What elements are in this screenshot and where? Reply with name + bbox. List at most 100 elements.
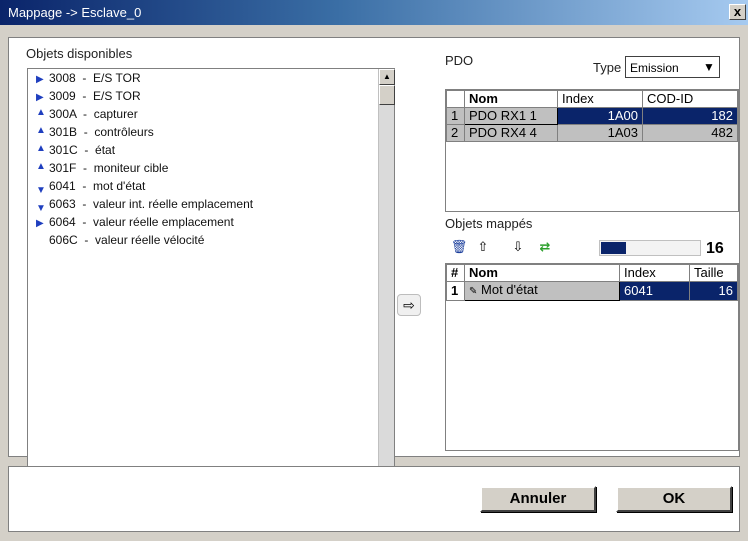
- objects-scrollbar[interactable]: ▲ ▼: [378, 69, 395, 482]
- object-list-item[interactable]: ▶ 6064 - valeur réelle emplacement: [36, 215, 234, 230]
- pdo-table-header: Nom Index COD-ID: [446, 90, 738, 108]
- object-list-item[interactable]: ▶ 3008 - E/S TOR: [36, 71, 141, 86]
- pdo-row-1[interactable]: 1 PDO RX1 1 1A00 182: [446, 107, 738, 125]
- objects-label: Objets disponibles: [26, 46, 133, 61]
- mapping-marker-icon: ▼: [36, 203, 46, 214]
- move-up-button[interactable]: ⇧: [473, 238, 493, 256]
- pdo-row-index[interactable]: 1A03: [557, 124, 643, 142]
- pdo-table: Nom Index COD-ID 1 PDO RX1 1 1A00 182 2 …: [446, 90, 738, 142]
- variable-icon: ✎: [469, 286, 478, 297]
- object-list-item[interactable]: ▲ 300A - capturer: [36, 107, 138, 121]
- pdo-row-num: 1: [446, 107, 465, 125]
- title-bar: Mappage -> Esclave_0 x: [0, 0, 748, 25]
- mapped-row-num: 1: [446, 281, 465, 301]
- type-label: Type: [593, 60, 622, 75]
- object-description: - E/S TOR: [75, 89, 141, 103]
- object-list-item[interactable]: ▼ 6041 - mot d'état: [36, 179, 146, 197]
- mapped-size-fill: [601, 242, 626, 254]
- object-description: - contrôleurs: [77, 125, 154, 139]
- mapped-header-nom[interactable]: Nom: [464, 264, 620, 282]
- mapping-marker-icon: ▲: [36, 125, 46, 136]
- mapping-marker-icon: ▲: [36, 107, 46, 118]
- button-panel: Annuler OK: [8, 466, 740, 532]
- object-code: 300A: [49, 107, 77, 121]
- object-list-item[interactable]: ▶ 3009 - E/S TOR: [36, 89, 141, 104]
- move-down-button[interactable]: ⇩: [508, 238, 528, 256]
- object-code: 301F: [49, 161, 77, 175]
- arrow-up-icon: ⇧: [477, 239, 489, 254]
- pdo-row-nom[interactable]: PDO RX1 1: [464, 107, 558, 125]
- close-button[interactable]: x: [729, 4, 746, 20]
- pdo-row-index[interactable]: 1A00: [557, 107, 643, 125]
- chevron-down-icon[interactable]: ▼: [701, 59, 717, 75]
- scroll-thumb[interactable]: [379, 85, 395, 105]
- pdo-header-nom[interactable]: Nom: [464, 90, 558, 108]
- object-list-item[interactable]: ▲ 301F - moniteur cible: [36, 161, 169, 175]
- mapped-table-header: # Nom Index Taille: [446, 264, 738, 282]
- ok-button[interactable]: OK: [616, 486, 732, 512]
- mapping-marker-icon: ▶: [36, 74, 44, 85]
- map-object-button[interactable]: ⇨: [397, 294, 421, 316]
- object-description: - mot d'état: [75, 179, 146, 193]
- pdo-row-codid[interactable]: 182: [642, 107, 738, 125]
- object-list-item[interactable]: ▲ 301B - contrôleurs: [36, 125, 154, 139]
- objects-list[interactable]: ▲ ▼ ▶ 3008 - E/S TOR ▶ 3009 - E/S TOR ▲300A …: [27, 68, 395, 483]
- refresh-icon: ⇄: [539, 239, 551, 254]
- object-code: 3008: [49, 71, 76, 85]
- right-arrow-icon: ⇨: [403, 297, 415, 313]
- trash-icon: 🗑: [450, 239, 468, 254]
- pdo-table-box: Nom Index COD-ID 1 PDO RX1 1 1A00 182 2 …: [445, 89, 739, 212]
- mapping-marker-icon: ▲: [36, 143, 46, 154]
- object-code: 606C: [49, 233, 78, 247]
- object-code: 301B: [49, 125, 78, 139]
- pdo-row-codid[interactable]: 482: [642, 124, 738, 142]
- object-description: - état: [77, 143, 116, 157]
- pdo-header-codid[interactable]: COD-ID: [642, 90, 738, 108]
- mapped-row-nom: Mot d'état: [481, 282, 538, 297]
- mapped-row-taille[interactable]: 16: [689, 281, 738, 301]
- object-description: - E/S TOR: [75, 71, 141, 85]
- main-panel: Objets disponibles ▲ ▼ ▶ 3008 - E/S TOR ▶ 3…: [8, 37, 740, 483]
- mapping-marker-icon: ▶: [36, 92, 44, 103]
- object-description: - valeur réelle vélocité: [77, 233, 205, 247]
- refresh-button[interactable]: ⇄: [535, 238, 555, 256]
- type-select[interactable]: Emission ▼: [625, 56, 720, 78]
- delete-button[interactable]: 🗑: [449, 238, 469, 256]
- object-code: 301C: [49, 143, 78, 157]
- mapped-size-value: 16: [706, 240, 724, 257]
- mapped-objects-label: Objets mappés: [445, 216, 533, 231]
- object-list-item[interactable]: 606C - valeur réelle vélocité: [36, 234, 204, 247]
- mapping-marker-icon: ▼: [36, 185, 46, 196]
- mapped-size-bar: [599, 240, 701, 256]
- mapped-header-num: #: [446, 264, 465, 282]
- pdo-header-num: [446, 90, 465, 108]
- mapped-row-index[interactable]: 6041: [619, 281, 690, 301]
- arrow-down-icon: ⇩: [512, 239, 524, 254]
- pdo-label: PDO: [445, 53, 474, 68]
- object-list-item[interactable]: ▲ 301C - état: [36, 143, 116, 157]
- window-title: Mappage -> Esclave_0: [8, 5, 142, 20]
- type-select-value: Emission: [630, 61, 679, 75]
- mapping-marker-icon: ▶: [36, 218, 44, 229]
- mapped-table: # Nom Index Taille 1 ✎ Mot d'état 6041 1…: [446, 264, 738, 301]
- pdo-row-2[interactable]: 2 PDO RX4 4 1A03 482: [446, 124, 738, 142]
- cancel-button[interactable]: Annuler: [480, 486, 596, 512]
- object-description: - capturer: [76, 107, 138, 121]
- object-description: - moniteur cible: [76, 161, 169, 175]
- object-code: 6063: [49, 197, 76, 211]
- pdo-row-num: 2: [446, 124, 465, 142]
- scroll-up-icon[interactable]: ▲: [379, 69, 395, 85]
- pdo-row-nom[interactable]: PDO RX4 4: [464, 124, 558, 142]
- mapped-row-nom-cell[interactable]: ✎ Mot d'état: [464, 281, 620, 301]
- object-description: - valeur int. réelle emplacement: [75, 197, 254, 211]
- pdo-header-index[interactable]: Index: [557, 90, 643, 108]
- mapped-header-taille[interactable]: Taille: [689, 264, 738, 282]
- mapped-table-box: # Nom Index Taille 1 ✎ Mot d'état 6041 1…: [445, 263, 739, 451]
- object-description: - valeur réelle emplacement: [75, 215, 234, 229]
- object-list-item[interactable]: ▼ 6063 - valeur int. réelle emplacement: [36, 197, 254, 215]
- mapped-row-1[interactable]: 1 ✎ Mot d'état 6041 16: [446, 281, 738, 301]
- object-code: 6064: [49, 215, 76, 229]
- object-code: 6041: [49, 179, 76, 193]
- mapped-header-index[interactable]: Index: [619, 264, 690, 282]
- mapping-marker-icon: ▲: [36, 161, 46, 172]
